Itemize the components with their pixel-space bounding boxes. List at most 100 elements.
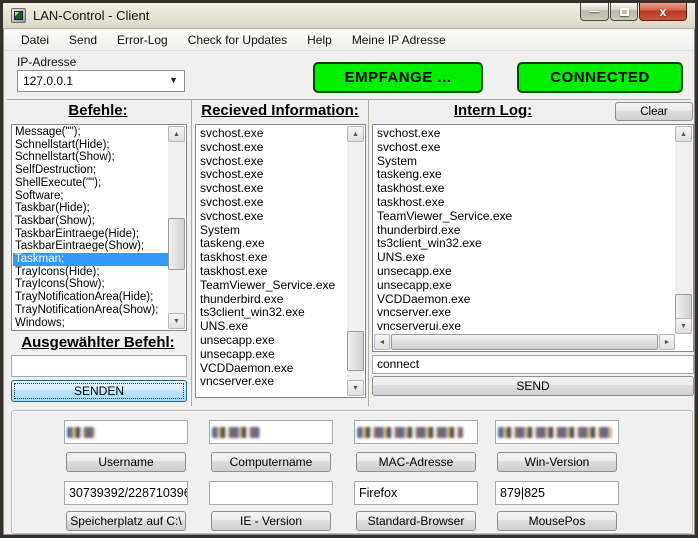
scroll-up-icon[interactable]: ▲ <box>675 126 692 142</box>
scroll-down-icon[interactable]: ▼ <box>675 318 692 334</box>
senden-button[interactable]: SENDEN <box>11 380 187 402</box>
clear-log-button[interactable]: Clear <box>615 102 693 121</box>
selected-command-input[interactable] <box>11 355 187 377</box>
menu-item[interactable]: Check for Updates <box>179 31 296 49</box>
befehle-list-item[interactable]: Taskbar(Hide); <box>13 202 168 215</box>
received-list-item[interactable]: unsecapp.exe <box>197 334 347 348</box>
received-list-item[interactable]: svchost.exe <box>197 127 347 141</box>
scrollbar-thumb[interactable] <box>391 334 658 350</box>
received-scrollbar[interactable]: ▲ ▼ <box>347 126 364 396</box>
intern-log-list-item[interactable]: TeamViewer_Service.exe <box>374 210 675 224</box>
befehle-scrollbar[interactable]: ▲ ▼ <box>168 126 185 329</box>
chevron-down-icon[interactable]: ▼ <box>169 75 178 85</box>
received-list-item[interactable]: UNS.exe <box>197 320 347 334</box>
maximize-button[interactable] <box>610 3 638 21</box>
befehle-list-item[interactable]: Taskman; <box>13 253 168 266</box>
mousepos-value-field[interactable]: 879|825 <box>495 481 619 505</box>
received-list-item[interactable]: svchost.exe <box>197 210 347 224</box>
ie-version-value-field[interactable] <box>209 481 333 505</box>
befehle-list-item[interactable]: TrayNotificationArea(Hide); <box>13 291 168 304</box>
befehle-list-item[interactable]: Windows; <box>13 317 168 330</box>
menu-item[interactable]: Help <box>298 31 341 49</box>
scroll-up-icon[interactable]: ▲ <box>347 126 364 142</box>
menu-item[interactable]: Datei <box>12 31 58 49</box>
minimize-button[interactable]: — <box>580 3 609 21</box>
received-list-item[interactable]: taskhost.exe <box>197 265 347 279</box>
connected-status-indicator[interactable]: CONNECTED <box>517 62 683 93</box>
intern-log-list-item[interactable]: taskeng.exe <box>374 168 675 182</box>
win-version-button[interactable]: Win-Version <box>497 452 617 472</box>
ie-version-button[interactable]: IE - Version <box>211 511 331 531</box>
scroll-down-icon[interactable]: ▼ <box>347 380 364 396</box>
befehle-list-item[interactable]: TrayIcons(Show); <box>13 278 168 291</box>
receive-status-indicator[interactable]: EMPFANGE ... <box>313 62 483 93</box>
scrollbar-thumb[interactable] <box>168 218 185 270</box>
befehle-list-item[interactable]: TrayNotificationArea(Show); <box>13 304 168 317</box>
diskspace-value-field[interactable]: 30739392/228710396 kl <box>64 481 188 505</box>
intern-log-list-item[interactable]: UNS.exe <box>374 251 675 265</box>
intern-log-list-item[interactable]: svchost.exe <box>374 141 675 155</box>
intern-log-hscrollbar[interactable]: ◄ ► <box>374 334 675 350</box>
received-list-item[interactable]: System <box>197 224 347 238</box>
intern-log-list-item[interactable]: thunderbird.exe <box>374 224 675 238</box>
menu-item[interactable]: Meine IP Adresse <box>343 31 455 49</box>
intern-log-list-item[interactable]: taskhost.exe <box>374 196 675 210</box>
send-button[interactable]: SEND <box>372 376 694 396</box>
computername-value-field[interactable] <box>209 420 333 444</box>
scrollbar-thumb[interactable] <box>347 331 364 371</box>
befehle-list-item[interactable]: Message(""); <box>13 126 168 139</box>
received-list-item[interactable]: ts3client_win32.exe <box>197 306 347 320</box>
intern-log-list-item[interactable]: unsecapp.exe <box>374 279 675 293</box>
received-list-item[interactable]: vncserver.exe <box>197 375 347 389</box>
scroll-up-icon[interactable]: ▲ <box>168 126 185 142</box>
username-button[interactable]: Username <box>66 452 186 472</box>
ip-address-combobox[interactable]: 127.0.0.1 ▼ <box>17 70 185 92</box>
befehle-listbox[interactable]: ▲ ▼ Message("");Schnellstart(Hide);Schne… <box>11 124 187 331</box>
intern-log-list-item[interactable]: System <box>374 155 675 169</box>
log-command-input[interactable]: connect <box>372 355 694 374</box>
scroll-left-icon[interactable]: ◄ <box>374 334 390 350</box>
intern-log-list-item[interactable]: unsecapp.exe <box>374 265 675 279</box>
received-listbox[interactable]: ▲ ▼ svchost.exesvchost.exesvchost.exesvc… <box>195 124 366 398</box>
close-button[interactable]: x <box>639 3 687 21</box>
received-list-item[interactable]: svchost.exe <box>197 168 347 182</box>
default-browser-value-field[interactable]: Firefox <box>354 481 478 505</box>
befehle-list-item[interactable]: Software; <box>13 190 168 203</box>
mousepos-button[interactable]: MousePos <box>497 511 617 531</box>
mac-address-button[interactable]: MAC-Adresse <box>356 452 476 472</box>
intern-log-list-item[interactable]: taskhost.exe <box>374 182 675 196</box>
received-list-item[interactable]: thunderbird.exe <box>197 293 347 307</box>
intern-log-list-item[interactable]: vncserverui.exe <box>374 320 675 334</box>
intern-log-list-item[interactable]: ts3client_win32.exe <box>374 237 675 251</box>
received-list-item[interactable]: svchost.exe <box>197 141 347 155</box>
username-value-field[interactable] <box>64 420 188 444</box>
win-version-value-field[interactable] <box>495 420 619 444</box>
received-list-item[interactable]: unsecapp.exe <box>197 348 347 362</box>
scroll-down-icon[interactable]: ▼ <box>168 313 185 329</box>
default-browser-button[interactable]: Standard-Browser <box>356 511 476 531</box>
befehle-list-item[interactable]: TaskbarEintraege(Hide); <box>13 228 168 241</box>
received-list-item[interactable]: VCDDaemon.exe <box>197 362 347 376</box>
befehle-list-item[interactable]: ShellExecute(""); <box>13 177 168 190</box>
received-list-item[interactable]: svchost.exe <box>197 155 347 169</box>
received-list-item[interactable]: TeamViewer_Service.exe <box>197 279 347 293</box>
intern-log-vscrollbar[interactable]: ▲ ▼ <box>675 126 692 334</box>
befehle-list-item[interactable]: Schnellstart(Hide); <box>13 139 168 152</box>
received-list-item[interactable]: svchost.exe <box>197 182 347 196</box>
received-list-item[interactable]: taskeng.exe <box>197 237 347 251</box>
befehle-list-item[interactable]: TrayIcons(Hide); <box>13 266 168 279</box>
befehle-list-item[interactable]: Taskbar(Show); <box>13 215 168 228</box>
befehle-list-item[interactable]: TaskbarEintraege(Show); <box>13 240 168 253</box>
menu-item[interactable]: Send <box>60 31 106 49</box>
intern-log-list-item[interactable]: VCDDaemon.exe <box>374 293 675 307</box>
diskspace-button[interactable]: Speicherplatz auf C:\ <box>66 511 186 531</box>
befehle-list-item[interactable]: SelfDestruction; <box>13 164 168 177</box>
intern-log-list-item[interactable]: vncserver.exe <box>374 306 675 320</box>
received-list-item[interactable]: taskhost.exe <box>197 251 347 265</box>
menu-item[interactable]: Error-Log <box>108 31 177 49</box>
mac-address-value-field[interactable] <box>354 420 478 444</box>
intern-log-list-item[interactable]: svchost.exe <box>374 127 675 141</box>
computername-button[interactable]: Computername <box>211 452 331 472</box>
scroll-right-icon[interactable]: ► <box>659 334 675 350</box>
befehle-list-item[interactable]: Schnellstart(Show); <box>13 151 168 164</box>
